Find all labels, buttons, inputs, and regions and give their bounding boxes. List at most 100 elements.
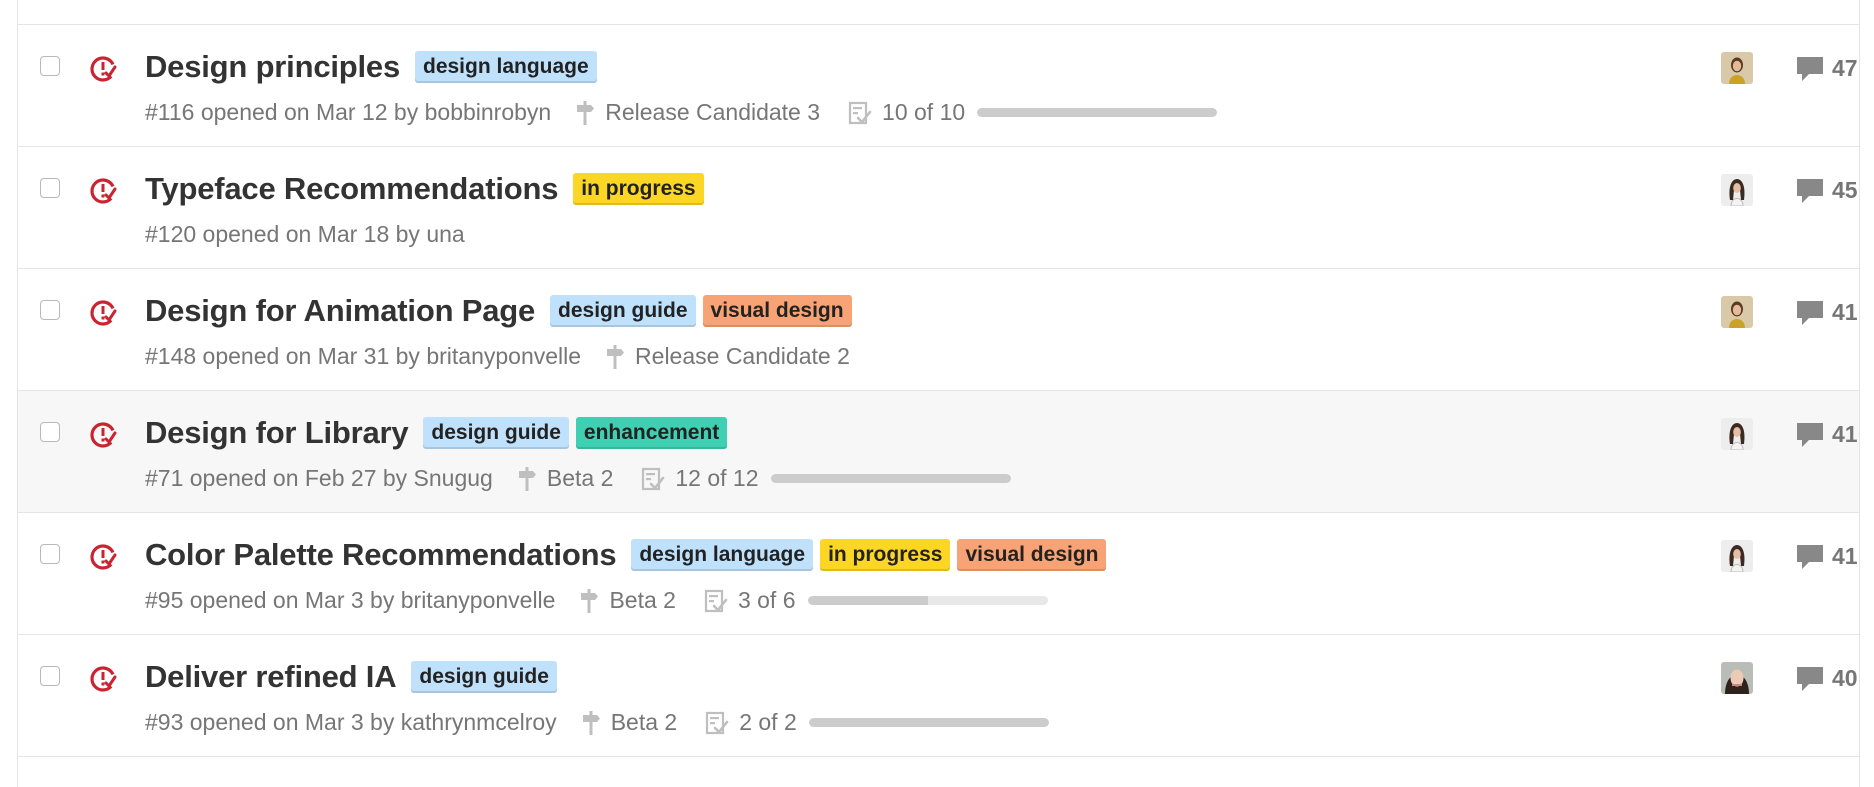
milestone-icon (582, 710, 600, 735)
comments-link[interactable]: 45 (1796, 177, 1858, 204)
label-group: in progress (573, 173, 704, 205)
assignee-avatar[interactable] (1721, 174, 1753, 206)
comment-count: 41 (1832, 543, 1858, 569)
assignee-avatar[interactable] (1721, 418, 1753, 450)
milestone-name: Release Candidate 2 (635, 343, 850, 369)
label-group: design language (415, 51, 597, 83)
task-checklist-icon (848, 101, 872, 124)
label-design-language[interactable]: design language (415, 51, 597, 83)
milestone-link[interactable]: Release Candidate 2 (605, 343, 850, 370)
issue-open-icon (88, 542, 118, 572)
milestone-link[interactable]: Beta 2 (517, 465, 614, 492)
milestone-link[interactable]: Release Candidate 3 (575, 99, 820, 126)
label-group: design guide enhancement (423, 417, 728, 449)
label-design-guide[interactable]: design guide (411, 661, 557, 693)
assignee-avatar[interactable] (1721, 662, 1753, 694)
issue-opened-info: #93 opened on Mar 3 by kathrynmcelroy (145, 709, 557, 735)
comment-count: 41 (1832, 299, 1858, 325)
milestone-icon (581, 588, 599, 613)
issue-title-link[interactable]: Design for Library (145, 415, 409, 451)
issue-open-icon (88, 54, 118, 84)
comment-icon (1797, 300, 1823, 325)
task-count: 3 of 6 (737, 587, 796, 613)
task-progress-fill (808, 718, 1049, 727)
issue-opened-info: #116 opened on Mar 12 by bobbinrobyn (145, 99, 552, 125)
task-progress-fill (770, 474, 1011, 483)
task-count: 12 of 12 (675, 465, 759, 491)
label-in-progress[interactable]: in progress (573, 173, 704, 205)
milestone-name: Beta 2 (546, 465, 614, 491)
issue-title-link[interactable]: Typeface Recommendations (145, 171, 558, 207)
issue-row-2[interactable]: Typeface Recommendations in progress #12… (18, 146, 1859, 268)
issue-row-partial-bottom (18, 756, 1859, 787)
label-in-progress[interactable]: in progress (820, 539, 951, 571)
milestone-link[interactable]: Beta 2 (579, 587, 676, 614)
comments-link[interactable]: 41 (1796, 421, 1858, 448)
issue-row-partial-top (18, 0, 1859, 24)
label-design-guide[interactable]: design guide (423, 417, 569, 449)
issue-meta: #71 opened on Feb 27 by Snugug Beta 2 12… (145, 465, 1011, 492)
task-count: 2 of 2 (739, 709, 797, 735)
issue-opened-info: #120 opened on Mar 18 by una (145, 221, 465, 247)
select-checkbox[interactable] (40, 300, 60, 320)
select-checkbox[interactable] (40, 178, 60, 198)
issue-open-icon (88, 420, 118, 450)
comments-link[interactable]: 41 (1796, 543, 1858, 570)
milestone-icon (577, 100, 595, 125)
task-checklist-icon (642, 467, 665, 490)
issue-title-link[interactable]: Deliver refined IA (145, 659, 397, 695)
comment-count: 47 (1832, 55, 1858, 81)
label-design-guide[interactable]: design guide (550, 295, 696, 327)
task-progress-fill (807, 596, 928, 605)
issue-meta: #148 opened on Mar 31 by britanyponvelle… (145, 343, 850, 370)
milestone-name: Release Candidate 3 (605, 99, 821, 125)
task-progress: 2 of 2 (705, 709, 1049, 736)
select-checkbox[interactable] (40, 422, 60, 442)
milestone-icon (518, 466, 536, 491)
assignee-avatar[interactable] (1721, 52, 1753, 84)
select-checkbox[interactable] (40, 56, 60, 76)
issue-row-3[interactable]: Design for Animation Page design guide vi… (18, 268, 1859, 390)
issue-row-5[interactable]: Color Palette Recommendations design lan… (18, 512, 1859, 634)
comment-icon (1797, 178, 1823, 203)
issue-row-1[interactable]: Design principles design language #116 o… (18, 24, 1859, 146)
milestone-icon (607, 344, 625, 369)
label-visual-design[interactable]: visual design (702, 295, 852, 327)
task-progress: 10 of 10 (848, 99, 1218, 126)
label-enhancement[interactable]: enhancement (575, 417, 728, 449)
label-visual-design[interactable]: visual design (957, 539, 1107, 571)
issue-title-link[interactable]: Color Palette Recommendations (145, 537, 617, 573)
label-group: design guide (411, 661, 557, 693)
issue-open-icon (88, 298, 118, 328)
issue-open-icon (88, 664, 118, 694)
comments-link[interactable]: 47 (1796, 55, 1858, 82)
comment-icon (1797, 56, 1823, 81)
label-design-language[interactable]: design language (631, 539, 814, 571)
issue-list: Design principles design language #116 o… (17, 0, 1860, 787)
comments-link[interactable]: 40 (1796, 665, 1858, 692)
select-checkbox[interactable] (40, 544, 60, 564)
comments-link[interactable]: 41 (1796, 299, 1858, 326)
issue-meta: #93 opened on Mar 3 by kathrynmcelroy Be… (145, 709, 1049, 736)
issue-meta: #120 opened on Mar 18 by una (145, 221, 465, 248)
comment-icon (1797, 544, 1823, 569)
milestone-link[interactable]: Beta 2 (581, 709, 677, 736)
assignee-avatar[interactable] (1721, 296, 1753, 328)
milestone-name: Beta 2 (609, 587, 676, 613)
comment-icon (1797, 422, 1823, 447)
issue-row-6[interactable]: Deliver refined IA design guide #93 open… (18, 634, 1859, 756)
comment-icon (1797, 666, 1823, 691)
task-progress-fill (977, 108, 1218, 117)
task-progress: 12 of 12 (641, 465, 1011, 492)
issue-title-link[interactable]: Design principles (145, 49, 400, 85)
task-count: 10 of 10 (882, 99, 966, 125)
issue-title-link[interactable]: Design for Animation Page (145, 293, 535, 329)
task-checklist-icon (706, 711, 729, 734)
select-checkbox[interactable] (40, 666, 60, 686)
issue-opened-info: #95 opened on Mar 3 by britanyponvelle (145, 587, 556, 613)
task-progress-bar (808, 718, 1049, 727)
task-progress-bar (977, 108, 1218, 117)
assignee-avatar[interactable] (1721, 540, 1753, 572)
issue-row-4[interactable]: Design for Library design guide enhanceme… (18, 390, 1859, 512)
task-checklist-icon (704, 589, 728, 612)
